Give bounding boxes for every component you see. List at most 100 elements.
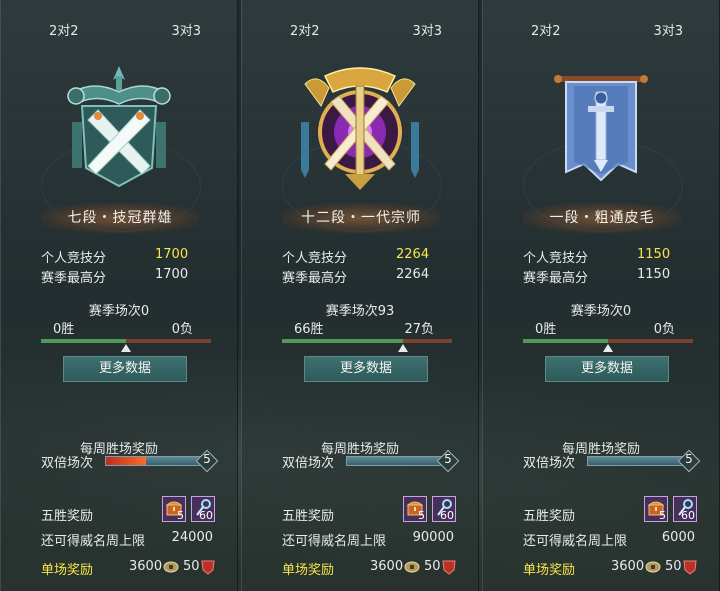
double-matches-max: 5 [685,452,693,466]
single-coins-value: 3600 [611,559,645,574]
wins-count: 66胜 [294,322,324,337]
fame-shield-icon [683,560,697,575]
season-high-row: 赛季最高分 1150 [523,267,683,286]
season-matches: 赛季场次93 [325,304,395,319]
tab-3v3[interactable]: 3对3 [653,20,683,39]
win-loss-bar [523,339,693,343]
double-matches-bar [105,456,207,466]
win-loss-marker [121,344,131,352]
double-matches-max: 5 [444,452,452,466]
weekly-cap-value: 24000 [171,530,213,545]
personal-score-row: 个人竞技分 1700 [41,247,201,266]
season-high-row: 赛季最高分 2264 [282,267,442,286]
reward-item-count: 60 [440,509,454,522]
season-matches: 赛季场次0 [88,304,150,319]
coin-icon [404,561,420,573]
five-win-reward-label: 五胜奖励 [41,509,94,524]
season-high-label: 赛季最高分 [282,271,348,286]
double-matches-label: 双倍场次 [41,456,94,471]
reward-item-count: 60 [199,509,213,522]
season-matches: 赛季场次0 [570,304,632,319]
losses-count: 0负 [653,322,675,337]
season-high-label: 赛季最高分 [41,271,107,286]
rank-title: 十二段・一代宗师 [282,203,440,233]
single-match-reward-label: 单场奖励 [523,563,576,578]
season-high-value: 1700 [155,267,189,282]
weekly-cap-label: 还可得威名周上限 [282,534,387,549]
win-fill [41,339,126,343]
rank-panel-twelve-duan: 2对2 3对3 十二段・一代宗师 个人竞技分 2264 赛季最高分 2264 赛… [241,0,479,591]
reward-item-count: 60 [681,509,695,522]
tab-3v3[interactable]: 3对3 [412,20,442,39]
weekly-cap-value: 90000 [412,530,454,545]
double-matches-max: 5 [203,452,211,466]
losses-count: 27负 [404,322,434,337]
reward-item-key[interactable]: 60 [191,496,215,522]
double-matches-fill [106,457,146,465]
single-fame-value: 50 [665,559,682,574]
season-high-label: 赛季最高分 [523,271,589,286]
tab-2v2[interactable]: 2对2 [49,20,79,39]
personal-score-value: 2264 [396,247,430,262]
weekly-cap-value: 6000 [661,530,695,545]
win-loss-bar [282,339,452,343]
season-high-value: 2264 [396,267,430,282]
one-duan-banner-icon [554,75,648,182]
single-coins-value: 3600 [370,559,404,574]
arena-screen: 2对2 3对3 七段・技冠群雄 个人竞技分 1700 赛季最高分 1700 赛季… [0,0,720,591]
wins-count: 0胜 [53,322,75,337]
rank-title: 一段・粗通皮毛 [523,203,681,233]
double-matches-label: 双倍场次 [523,456,576,471]
single-match-reward-label: 单场奖励 [41,563,94,578]
more-data-button[interactable]: 更多数据 [304,356,428,382]
season-high-row: 赛季最高分 1700 [41,267,201,286]
win-fill [523,339,608,343]
coin-icon [645,561,661,573]
mode-tabs: 2对2 3对3 [1,20,237,40]
fame-shield-icon [201,560,215,575]
personal-score-row: 个人竞技分 2264 [282,247,442,266]
season-high-value: 1150 [637,267,671,282]
personal-score-label: 个人竞技分 [282,251,348,266]
win-loss-marker [397,344,408,352]
twelve-duan-emblem-icon [301,67,419,190]
single-fame-value: 50 [183,559,200,574]
seven-duan-emblem-icon [67,66,171,188]
rank-title: 七段・技冠群雄 [41,203,199,233]
more-data-button[interactable]: 更多数据 [545,356,669,382]
reward-item-chest[interactable]: 5 [403,496,427,522]
double-matches-label: 双倍场次 [282,456,335,471]
tab-3v3[interactable]: 3对3 [171,20,201,39]
five-win-reward-label: 五胜奖励 [282,509,335,524]
weekly-cap-label: 还可得威名周上限 [523,534,628,549]
reward-item-key[interactable]: 60 [673,496,697,522]
reward-item-chest[interactable]: 5 [644,496,668,522]
reward-item-key[interactable]: 60 [432,496,456,522]
personal-score-label: 个人竞技分 [41,251,107,266]
win-loss-marker [603,344,613,352]
personal-score-value: 1700 [155,247,189,262]
personal-score-label: 个人竞技分 [523,251,589,266]
win-fill [282,339,403,343]
rank-panel-one-duan: 2对2 3对3 一段・粗通皮毛 个人竞技分 1150 赛季最高分 1150 赛季… [482,0,720,591]
reward-item-count: 5 [418,509,425,522]
tab-2v2[interactable]: 2对2 [290,20,320,39]
fame-shield-icon [442,560,456,575]
double-matches-bar [587,456,689,466]
single-fame-value: 50 [424,559,441,574]
tab-2v2[interactable]: 2对2 [531,20,561,39]
reward-item-count: 5 [659,509,666,522]
more-data-button[interactable]: 更多数据 [63,356,187,382]
weekly-cap-label: 还可得威名周上限 [41,534,146,549]
losses-count: 0负 [171,322,193,337]
five-win-reward-label: 五胜奖励 [523,509,576,524]
reward-item-chest[interactable]: 5 [162,496,186,522]
mode-tabs: 2对2 3对3 [483,20,719,40]
wins-count: 0胜 [535,322,557,337]
personal-score-row: 个人竞技分 1150 [523,247,683,266]
single-coins-value: 3600 [129,559,163,574]
rank-panel-seven-duan: 2对2 3对3 七段・技冠群雄 个人竞技分 1700 赛季最高分 1700 赛季… [0,0,238,591]
reward-item-count: 5 [177,509,184,522]
personal-score-value: 1150 [637,247,671,262]
win-loss-bar [41,339,211,343]
